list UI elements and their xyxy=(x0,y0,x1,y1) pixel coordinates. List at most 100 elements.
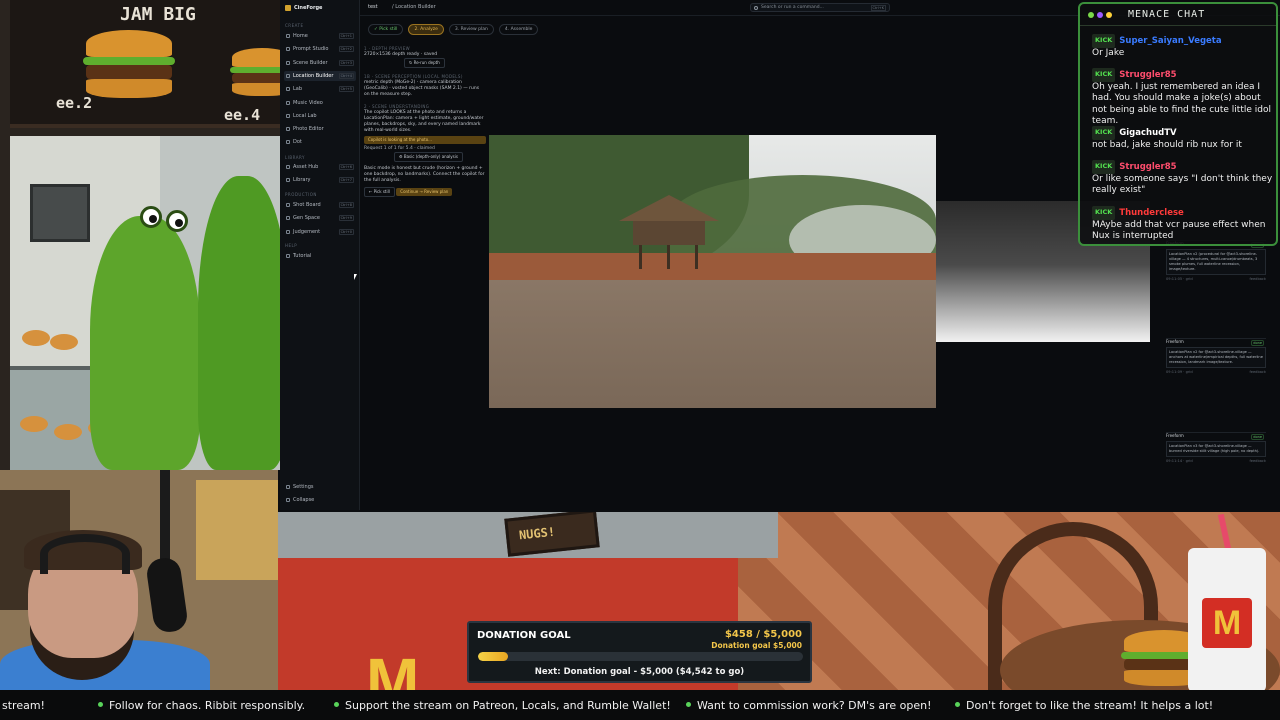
chat-header: MENACE CHAT xyxy=(1080,4,1276,26)
sidebar-item-settings[interactable]: Settings xyxy=(284,482,356,492)
continue-review-button[interactable]: Continue → Review plan xyxy=(396,188,453,196)
shortcut-hint: Ctrl+3 xyxy=(338,59,354,66)
log-text: LocationPlan v2 for @act3-shoreline-vill… xyxy=(1166,347,1266,368)
chat-text: not bad, jake should rib nux for it xyxy=(1092,139,1242,150)
nav-icon xyxy=(286,485,290,489)
cup-logo: M xyxy=(1202,598,1252,648)
command-search[interactable]: Search or run a command... Ctrl+K xyxy=(750,3,890,12)
step-analyze[interactable]: 2. Analyze xyxy=(408,24,444,35)
ticker-dot-icon xyxy=(98,702,103,707)
understanding-text: The copilot LOOKS at the photo and retur… xyxy=(364,110,484,133)
sidebar-item-dot[interactable]: Dot xyxy=(284,137,356,147)
nav-icon xyxy=(286,498,290,502)
app-sidebar: CineForge CREATE Home Ctrl+1 Prompt Studio… xyxy=(280,0,360,510)
sidebar-item-label: Asset Hub xyxy=(293,164,319,170)
nav-icon xyxy=(286,100,290,105)
project-selector[interactable]: test xyxy=(368,4,378,10)
nav-icon xyxy=(286,178,290,182)
webcam-feed xyxy=(0,470,278,690)
back-pick-still-button[interactable]: ← Pick still xyxy=(364,187,395,197)
shortcut-hint: Ctrl+4 xyxy=(338,72,354,79)
still-preview-image xyxy=(489,135,936,408)
nav-icon xyxy=(286,203,290,207)
game-capture-top: JAM BIG ee.2 ee.4 xyxy=(0,0,280,470)
kitchen-scene xyxy=(10,136,280,470)
donation-subtitle: Donation goal $5,000 xyxy=(711,641,802,650)
sidebar-item-label: Prompt Studio xyxy=(293,46,329,53)
nav-icon xyxy=(286,47,290,52)
step-review-plan[interactable]: 3. Review plan xyxy=(448,24,494,35)
chat-title: MENACE CHAT xyxy=(1128,9,1206,20)
sidebar-section-library: LIBRARY xyxy=(285,155,305,160)
log-card: Freeform done LocationPlan v2 (procedura… xyxy=(1166,240,1266,281)
chat-message: KICK Thunderclese MAybe add that vcr paus… xyxy=(1092,206,1274,243)
step-pick-still[interactable]: ✓ Pick still xyxy=(368,24,404,35)
sidebar-item-label: Judgement xyxy=(293,228,321,235)
sidebar-item-photo-editor[interactable]: Photo Editor xyxy=(284,124,356,134)
sidebar-item-lab[interactable]: Lab Ctrl+5 xyxy=(284,84,356,94)
sidebar-item-shot-board[interactable]: Shot Board Ctrl+8 xyxy=(284,200,356,210)
shortcut-hint: Ctrl+6 xyxy=(338,164,354,170)
sidebar-item-label: Scene Builder xyxy=(293,59,328,66)
nav-icon xyxy=(286,216,290,221)
log-card: Freeform done LocationPlan v2 for @act3-… xyxy=(1166,338,1266,374)
donation-next: Next: Donation goal - $5,000 ($4,542 to … xyxy=(534,667,745,677)
oven xyxy=(30,184,90,242)
sidebar-item-location-builder[interactable]: Location Builder Ctrl+4 xyxy=(284,70,356,81)
chat-overlay: MENACE CHAT KICK Super_Saiyan_Vegeta Or J… xyxy=(1078,2,1278,246)
basic-analysis-button[interactable]: ⚙ Basic (depth-only) analysis xyxy=(394,152,463,162)
nav-icon xyxy=(286,34,290,38)
activity-log: Freeform done LocationPlan v2 (procedura… xyxy=(1166,240,1266,510)
kick-badge: KICK xyxy=(1092,34,1116,48)
sidebar-item-label: Local Lab xyxy=(293,112,317,119)
sidebar-section-create: CREATE xyxy=(285,23,304,28)
ticker-dot-icon xyxy=(955,702,960,707)
ticker-item: Support the stream on Patreon, Locals, a… xyxy=(345,699,671,712)
chat-username: Thunderclese xyxy=(1119,208,1184,218)
nav-icon xyxy=(286,254,290,258)
mouse-cursor-icon xyxy=(354,274,357,280)
sidebar-section-production: PRODUCTION xyxy=(285,192,317,197)
sidebar-item-home[interactable]: Home Ctrl+1 xyxy=(284,31,356,41)
chat-username: Struggler85 xyxy=(1119,162,1177,172)
rerun-depth-button[interactable]: ↻ Re-run depth xyxy=(404,58,445,68)
sidebar-item-label: Location Builder xyxy=(293,72,334,79)
sidebar-item-gen-space[interactable]: Gen Space Ctrl+9 xyxy=(284,213,356,223)
chat-message: KICK Struggler85 Oh yeah. I just remember… xyxy=(1092,68,1274,128)
sidebar-item-prompt-studio[interactable]: Prompt Studio Ctrl+2 xyxy=(284,44,356,54)
frog-character xyxy=(198,176,280,470)
golden-arches-logo: M xyxy=(366,645,420,692)
sidebar-item-tutorial[interactable]: Tutorial xyxy=(284,251,356,261)
breadcrumb: / Location Builder xyxy=(392,4,436,10)
shortcut-hint: Ctrl+5 xyxy=(338,86,354,93)
feedback-link[interactable]: feedback xyxy=(1249,277,1266,281)
menu-price: ee.4 xyxy=(224,106,261,124)
sidebar-item-asset-hub[interactable]: Asset Hub Ctrl+6 xyxy=(284,162,356,172)
copilot-status-button[interactable]: Copilot is looking at the photo... xyxy=(364,136,486,144)
nav-icon xyxy=(286,113,290,118)
feedback-link[interactable]: feedback xyxy=(1249,459,1266,463)
sidebar-item-label: Music Video xyxy=(293,99,323,106)
sidebar-item-label: Home xyxy=(293,33,308,39)
ticker-dot-icon xyxy=(686,702,691,707)
sidebar-item-library[interactable]: Library Ctrl+7 xyxy=(284,175,356,185)
nav-icon xyxy=(286,140,290,145)
shortcut-hint: Ctrl+2 xyxy=(338,46,354,53)
menu-price: ee.2 xyxy=(56,94,93,112)
sidebar-section-help: HELP xyxy=(285,243,298,248)
sidebar-item-label: Collapse xyxy=(293,497,315,503)
basic-mode-note: Basic mode is honest but crude (horizon … xyxy=(364,166,485,183)
sidebar-item-local-lab[interactable]: Local Lab xyxy=(284,111,356,121)
chat-message: KICK Super_Saiyan_Vegeta Or Jake xyxy=(1092,34,1274,59)
ticker-item: Follow for chaos. Ribbit responsibly. xyxy=(109,699,306,712)
sidebar-item-judgement[interactable]: Judgement Ctrl+0 xyxy=(284,227,356,237)
step-assemble[interactable]: 4. Assemble xyxy=(498,24,539,35)
sidebar-item-collapse[interactable]: Collapse xyxy=(284,495,356,505)
kick-badge: KICK xyxy=(1092,206,1116,220)
chat-message: KICK GigachudTV not bad, jake should rib … xyxy=(1092,126,1274,151)
chat-username: GigachudTV xyxy=(1119,128,1177,138)
sidebar-item-scene-builder[interactable]: Scene Builder Ctrl+3 xyxy=(284,58,356,68)
sidebar-item-music-video[interactable]: Music Video xyxy=(284,98,356,108)
feedback-link[interactable]: feedback xyxy=(1249,370,1266,374)
search-icon xyxy=(754,6,758,10)
